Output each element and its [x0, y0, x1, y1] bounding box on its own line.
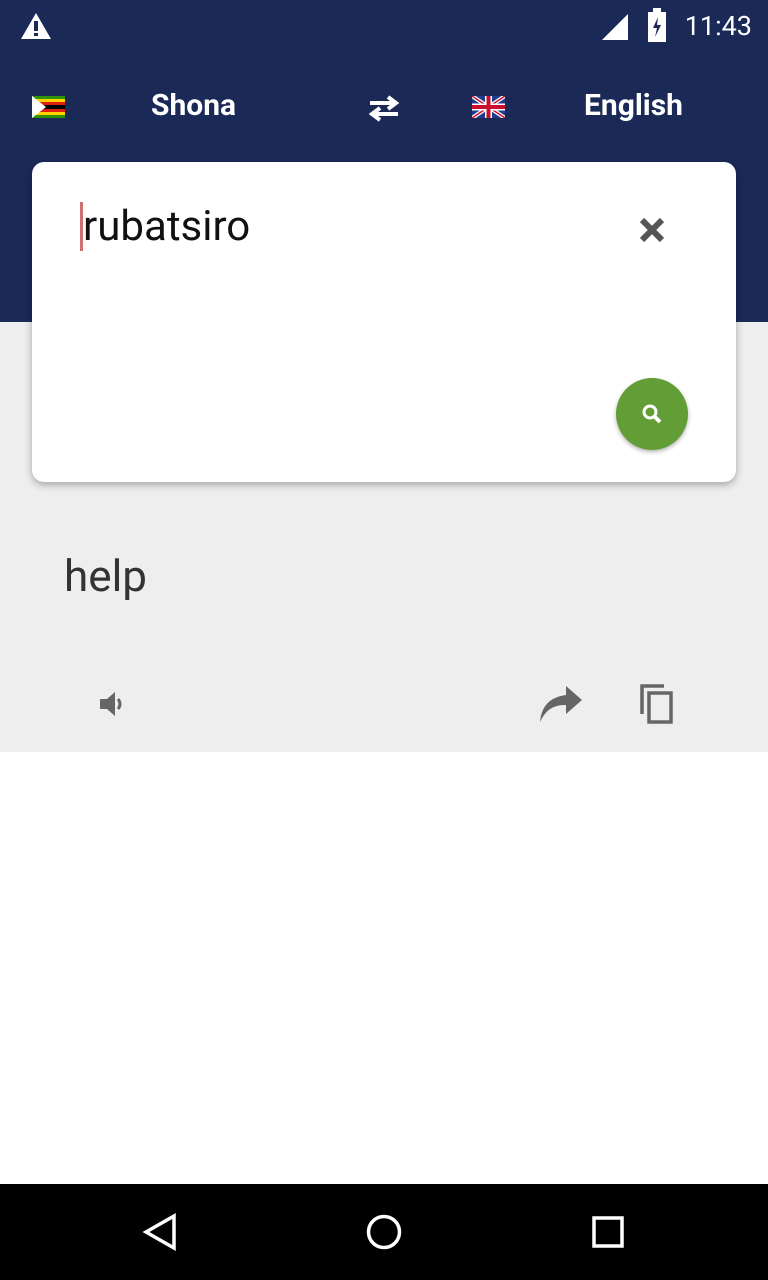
warning-icon	[21, 13, 51, 39]
signal-icon	[602, 14, 628, 40]
search-icon	[642, 404, 662, 424]
navigation-bar	[0, 1184, 768, 1280]
battery-icon	[648, 8, 666, 42]
home-icon[interactable]	[366, 1214, 402, 1250]
swap-languages-icon[interactable]	[366, 94, 402, 122]
speaker-icon[interactable]	[100, 690, 126, 718]
clear-icon[interactable]	[638, 216, 666, 244]
zimbabwe-flag-icon[interactable]	[32, 96, 65, 118]
clock: 11:43	[684, 10, 752, 42]
translation-result: help	[64, 550, 147, 602]
recents-icon[interactable]	[592, 1216, 624, 1248]
uk-flag-icon[interactable]	[472, 96, 505, 118]
share-icon[interactable]	[540, 686, 582, 722]
input-card: rubatsiro	[32, 162, 736, 482]
source-language-button[interactable]: Shona	[151, 88, 236, 123]
status-bar: 11:43	[0, 0, 768, 50]
target-language-button[interactable]: English	[584, 88, 683, 123]
copy-icon[interactable]	[640, 684, 674, 724]
text-input[interactable]: rubatsiro	[80, 202, 250, 251]
back-icon[interactable]	[142, 1213, 178, 1251]
translate-button[interactable]	[616, 378, 688, 450]
